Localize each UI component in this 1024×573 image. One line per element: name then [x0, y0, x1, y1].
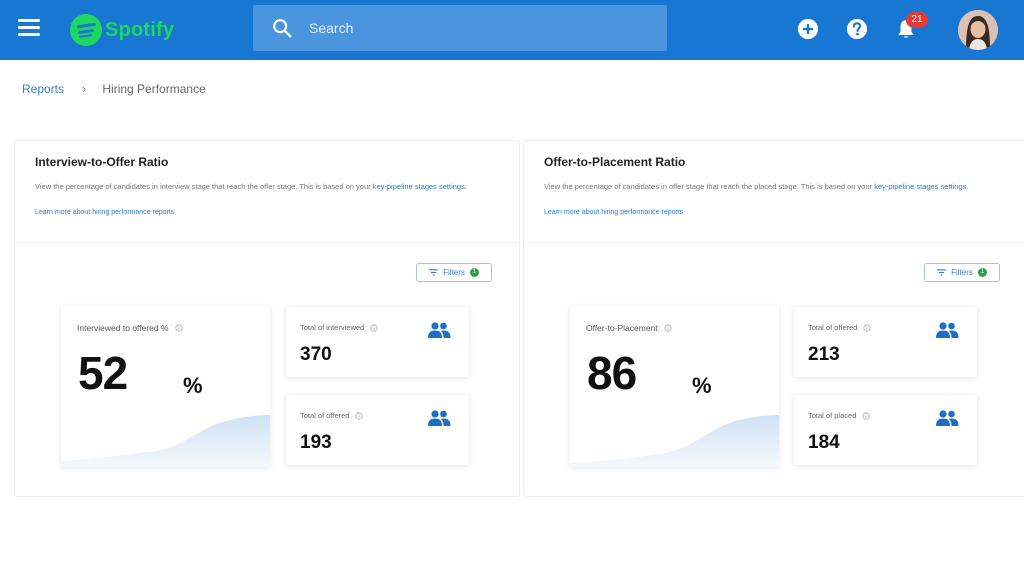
panel-description-text: View the percentage of candidates in int… — [35, 182, 373, 191]
filter-count-badge: 1 — [469, 268, 479, 277]
app-logo[interactable]: Spotify — [70, 13, 174, 47]
filters-label: Filters — [951, 268, 973, 277]
people-icon — [428, 410, 451, 426]
main-metric-value: 86 — [587, 347, 637, 399]
breadcrumb-current: Hiring Performance — [102, 81, 206, 96]
trend-sparkline — [61, 415, 270, 467]
metric-card: Total of offered 193 — [286, 395, 469, 465]
spotify-logo-icon — [70, 14, 102, 46]
metric-label-wrap: Total of interviewed — [300, 323, 378, 332]
panel-description: View the percentage of candidates in int… — [35, 181, 485, 193]
filter-icon — [937, 269, 946, 276]
panel-description-end: . — [464, 182, 467, 191]
top-app-bar: Spotify 21 — [0, 0, 1024, 60]
info-icon[interactable] — [370, 323, 378, 332]
main-metric-unit: % — [183, 373, 203, 398]
people-icon — [936, 410, 959, 426]
metric-label-wrap: Total of offered — [300, 411, 364, 420]
metric-label-wrap: Total of offered — [808, 323, 872, 332]
people-icon — [428, 322, 451, 338]
metric-label-wrap: Total of placed — [808, 411, 870, 420]
key-pipeline-settings-link[interactable]: key-pipeline stages settings — [874, 182, 966, 191]
add-icon[interactable] — [797, 18, 819, 40]
metric-label: Total of offered — [808, 323, 858, 332]
metric-label: Total of offered — [300, 411, 350, 420]
main-metric-card: Interviewed to offered % 52 % — [61, 306, 270, 467]
help-icon[interactable] — [846, 18, 868, 40]
metric-label: Total of interviewed — [300, 323, 365, 332]
app-name: Spotify — [105, 18, 175, 41]
interview-to-offer-panel: Interview-to-Offer Ratio View the percen… — [14, 140, 520, 497]
panel-title: Offer-to-Placement Ratio — [544, 155, 686, 169]
search-input[interactable] — [309, 20, 629, 36]
info-icon[interactable] — [664, 324, 672, 332]
trend-sparkline — [570, 415, 779, 467]
search-bar[interactable] — [253, 5, 667, 51]
panel-description: View the percentage of candidates in off… — [544, 181, 994, 193]
breadcrumb: Reports › Hiring Performance — [22, 81, 206, 96]
metric-card: Total of offered 213 — [794, 307, 977, 377]
info-icon[interactable] — [355, 411, 364, 420]
chevron-right-icon: › — [82, 81, 87, 96]
panel-description-text: View the percentage of candidates in off… — [544, 182, 875, 191]
filter-count-badge: 1 — [977, 268, 987, 277]
metric-card: Total of interviewed 370 — [286, 307, 469, 377]
filters-label: Filters — [443, 268, 465, 277]
metric-card: Total of placed 184 — [794, 395, 977, 465]
info-icon[interactable] — [174, 324, 183, 332]
info-icon[interactable] — [863, 323, 872, 332]
info-icon[interactable] — [862, 411, 870, 420]
main-metric-value: 52 — [78, 347, 128, 399]
main-metric-label-wrap: Interviewed to offered % — [77, 323, 183, 333]
avatar-image — [958, 10, 998, 50]
menu-icon[interactable] — [18, 19, 40, 39]
people-icon — [936, 322, 959, 338]
metric-value: 370 — [300, 344, 332, 365]
metric-label: Total of placed — [808, 411, 857, 420]
metric-value: 184 — [808, 432, 840, 453]
notification-badge: 21 — [906, 12, 928, 28]
panel-description-end: . — [966, 182, 969, 191]
main-metric-label: Offer-to-Placement — [586, 323, 658, 333]
learn-more-link[interactable]: Learn more about hiring performance repo… — [544, 209, 683, 216]
breadcrumb-reports-link[interactable]: Reports — [22, 82, 64, 96]
learn-more-link[interactable]: Learn more about hiring performance repo… — [35, 209, 174, 216]
filters-button[interactable]: Filters 1 — [416, 263, 492, 282]
filters-button[interactable]: Filters 1 — [924, 263, 1000, 282]
user-avatar[interactable] — [958, 10, 998, 50]
key-pipeline-settings-link[interactable]: key-pipeline stages settings — [373, 182, 465, 191]
metric-value: 213 — [808, 344, 840, 365]
main-metric-unit: % — [692, 373, 712, 398]
panel-header: Interview-to-Offer Ratio View the percen… — [15, 141, 519, 243]
main-metric-card: Offer-to-Placement 86 % — [570, 306, 779, 467]
main-metric-label-wrap: Offer-to-Placement — [586, 323, 672, 333]
offer-to-placement-panel: Offer-to-Placement Ratio View the percen… — [523, 140, 1024, 497]
filter-icon — [429, 269, 438, 276]
panel-title: Interview-to-Offer Ratio — [35, 155, 169, 169]
main-metric-label: Interviewed to offered % — [77, 323, 169, 333]
search-icon — [273, 19, 292, 38]
metric-value: 193 — [300, 432, 332, 453]
panel-header: Offer-to-Placement Ratio View the percen… — [524, 141, 1024, 243]
